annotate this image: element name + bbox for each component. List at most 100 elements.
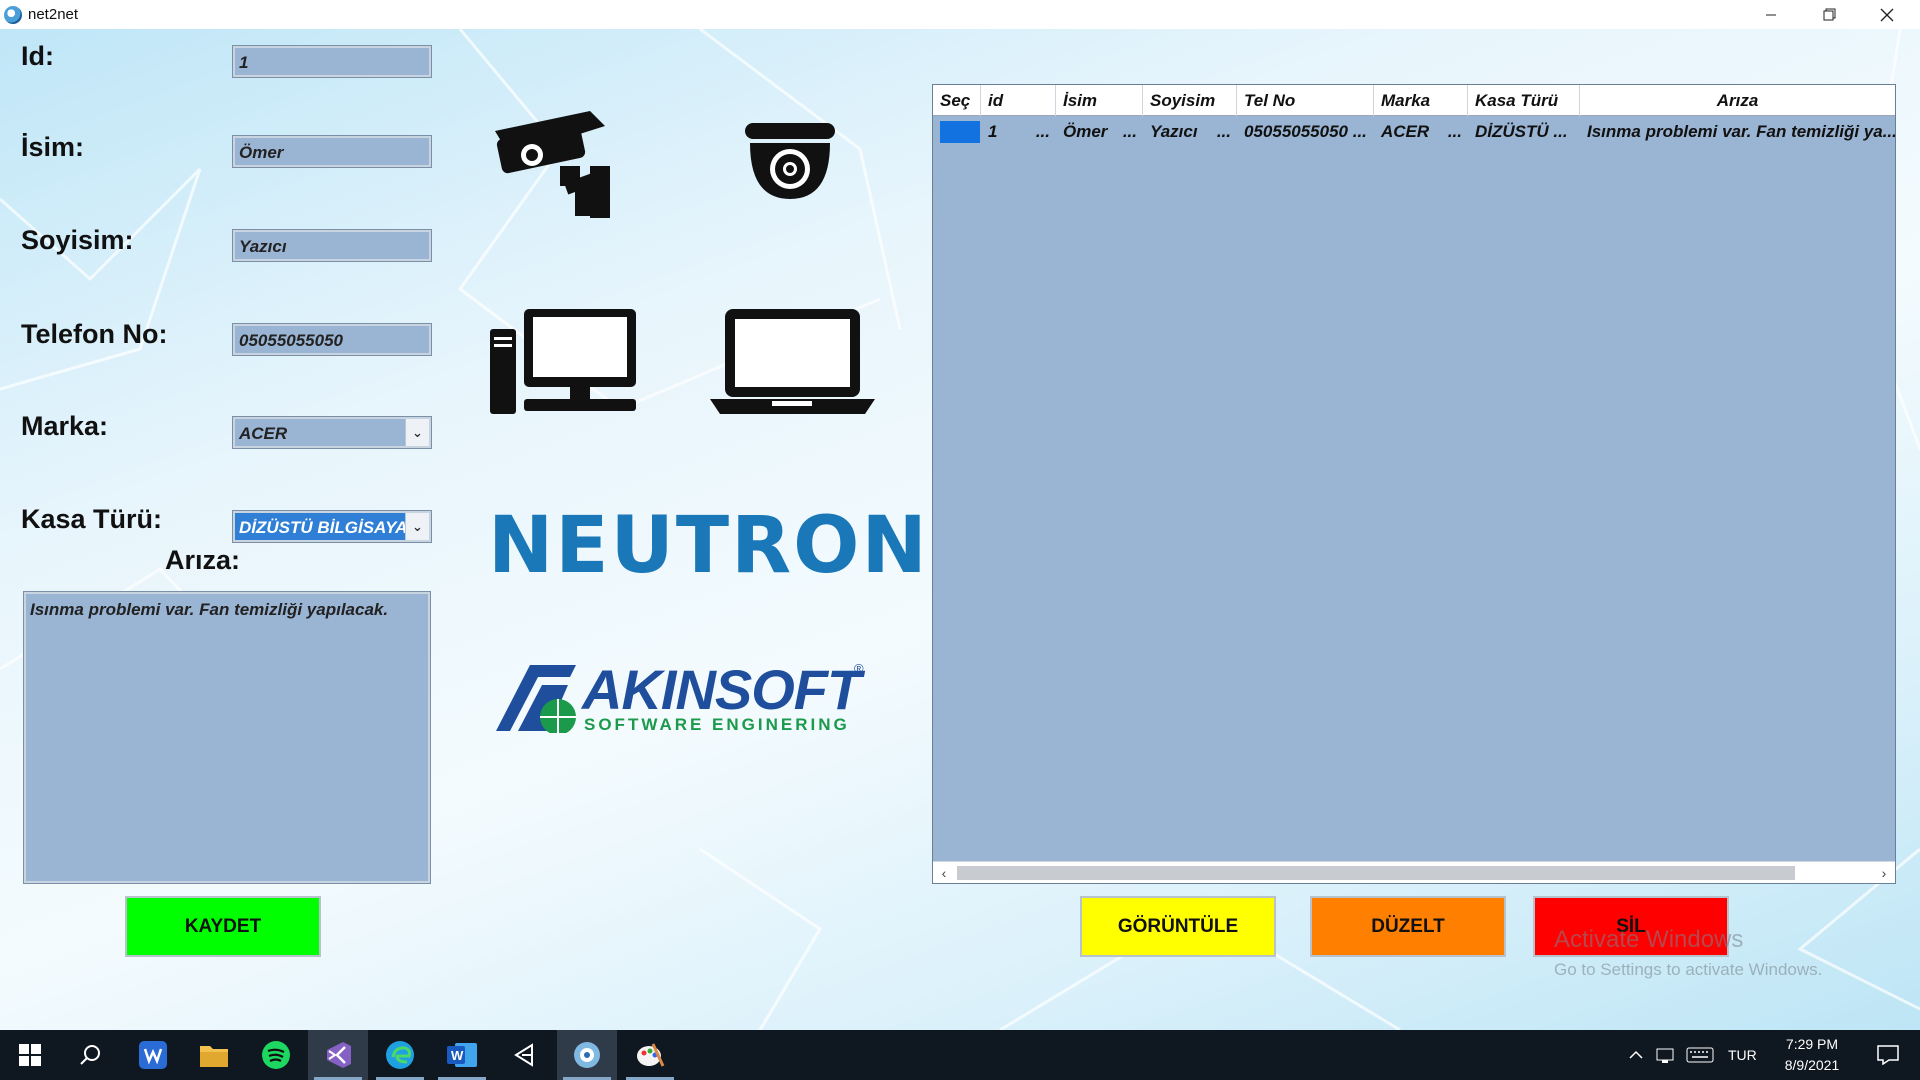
desktop-computer-icon xyxy=(490,309,636,414)
column-header-name[interactable]: İsim xyxy=(1056,85,1143,116)
clock-time: 7:29 PM xyxy=(1785,1036,1839,1052)
laptop-icon xyxy=(710,309,875,414)
app-icon xyxy=(4,5,22,24)
clock[interactable]: 7:29 PM 8/9/2021 xyxy=(1770,1034,1854,1076)
cell-ellipsis: ... xyxy=(1122,122,1137,141)
notification-center-button[interactable] xyxy=(1858,1030,1918,1080)
case-type-label: Kasa Türü: xyxy=(21,504,163,534)
save-button[interactable]: KAYDET xyxy=(125,896,321,957)
cell-id[interactable]: 1... xyxy=(981,117,1056,147)
taskbar-app-wps[interactable] xyxy=(123,1030,183,1080)
registered-mark: ® xyxy=(854,661,864,676)
restore-button[interactable] xyxy=(1800,0,1858,29)
column-header-brand[interactable]: Marka xyxy=(1374,85,1468,116)
akinsoft-logo: AKINSOFT ® SOFTWARE ENGINERING xyxy=(496,629,876,739)
notification-icon xyxy=(1877,1045,1899,1065)
taskbar-app-edge[interactable] xyxy=(370,1030,430,1080)
folder-icon xyxy=(200,1046,228,1067)
dome-camera-icon xyxy=(745,123,835,199)
column-header-case-type[interactable]: Kasa Türü xyxy=(1468,85,1580,116)
case-type-dropdown[interactable]: DİZÜSTÜ BİLGİSAYAR ⌄ xyxy=(232,510,432,543)
akinsoft-tagline: SOFTWARE ENGINERING xyxy=(584,715,850,734)
minimize-icon xyxy=(1766,14,1776,15)
taskbar-app-net2net[interactable] xyxy=(557,1030,617,1080)
scroll-right-icon[interactable]: › xyxy=(1873,862,1895,884)
column-header-fault[interactable]: Arıza xyxy=(1580,85,1895,116)
id-field[interactable]: 1 xyxy=(232,45,432,78)
fault-textarea[interactable]: Isınma problemi var. Fan temizliği yapıl… xyxy=(23,591,431,884)
taskbar-app-explorer[interactable] xyxy=(184,1030,244,1080)
title-bar: net2net xyxy=(0,0,1920,29)
scroll-left-icon[interactable]: ‹ xyxy=(933,862,955,884)
activate-windows-hint: Go to Settings to activate Windows. xyxy=(1554,960,1823,979)
cell-brand[interactable]: ACER... xyxy=(1374,117,1468,147)
input-language[interactable]: TUR xyxy=(1728,1047,1757,1063)
neutron-logo: NEUTRON xyxy=(488,501,929,591)
window-title: net2net xyxy=(28,6,79,23)
surname-field[interactable]: Yazıcı xyxy=(232,229,432,262)
wps-writer-icon xyxy=(139,1041,167,1069)
case-type-selected-value: DİZÜSTÜ BİLGİSAYAR xyxy=(235,513,420,540)
akinsoft-wordmark: AKINSOFT xyxy=(582,658,861,721)
row-select-cell[interactable] xyxy=(933,117,981,147)
minimize-button[interactable] xyxy=(1742,0,1800,29)
column-header-select[interactable]: Seç xyxy=(933,85,981,116)
start-button[interactable] xyxy=(0,1030,60,1080)
network-icon[interactable] xyxy=(1656,1046,1676,1064)
id-label: Id: xyxy=(21,41,54,71)
clock-date: 8/9/2021 xyxy=(1784,1057,1840,1073)
name-label: İsim: xyxy=(21,132,85,162)
edit-button[interactable]: DÜZELT xyxy=(1310,896,1506,957)
windows-logo-icon xyxy=(19,1044,41,1066)
taskbar-app-visual-studio[interactable] xyxy=(308,1030,368,1080)
unity-icon xyxy=(514,1043,533,1067)
taskbar-app-word[interactable]: W xyxy=(432,1030,492,1080)
cell-id-value: 1 xyxy=(988,122,998,141)
cell-surname[interactable]: Yazıcı... xyxy=(1143,117,1237,147)
net2net-app-icon xyxy=(574,1042,600,1068)
akinsoft-emblem-icon xyxy=(496,665,576,733)
cell-surname-value: Yazıcı xyxy=(1150,122,1198,141)
cell-phone[interactable]: 05055055050 ... xyxy=(1237,117,1374,147)
visual-studio-icon xyxy=(327,1042,351,1068)
taskbar-app-spotify[interactable] xyxy=(246,1030,306,1080)
table-row[interactable]: 1... Ömer... Yazıcı... 05055055050 ... A… xyxy=(933,117,1895,147)
taskbar-app-unity[interactable] xyxy=(495,1030,555,1080)
records-grid[interactable]: Seç id İsim Soyisim Tel No Marka Kasa Tü… xyxy=(932,84,1896,884)
column-header-surname[interactable]: Soyisim xyxy=(1143,85,1237,116)
taskbar-app-paint[interactable] xyxy=(620,1030,680,1080)
activate-windows-watermark: Activate Windows xyxy=(1554,926,1744,953)
column-header-id[interactable]: id xyxy=(981,85,1056,116)
scrollbar-thumb[interactable] xyxy=(957,866,1795,880)
cell-fault[interactable]: Isınma problemi var. Fan temizliği ya... xyxy=(1580,117,1895,147)
brand-dropdown[interactable]: ACER ⌄ xyxy=(232,416,432,449)
search-button[interactable] xyxy=(60,1030,120,1080)
cell-case-type[interactable]: DİZÜSTÜ ... xyxy=(1468,117,1580,147)
phone-field[interactable]: 05055055050 xyxy=(232,323,432,356)
main-window: Id: İsim: Soyisim: Telefon No: Marka: Ka… xyxy=(0,29,1920,1030)
surname-label: Soyisim: xyxy=(21,225,134,255)
search-icon xyxy=(80,1045,100,1065)
horizontal-scrollbar[interactable]: ‹ › xyxy=(933,861,1895,883)
cell-ellipsis: ... xyxy=(1447,122,1462,141)
edge-browser-icon xyxy=(386,1041,414,1069)
row-selection-indicator xyxy=(940,121,980,143)
spotify-icon xyxy=(262,1041,290,1069)
paint-icon xyxy=(637,1043,665,1067)
close-button[interactable] xyxy=(1858,0,1916,29)
brand-selected-value: ACER xyxy=(239,424,288,443)
chevron-up-icon[interactable] xyxy=(1628,1047,1644,1063)
fault-label: Arıza: xyxy=(165,545,241,575)
name-field[interactable]: Ömer xyxy=(232,135,432,168)
phone-label: Telefon No: xyxy=(21,319,168,349)
view-button[interactable]: GÖRÜNTÜLE xyxy=(1080,896,1276,957)
chevron-down-icon[interactable]: ⌄ xyxy=(405,419,429,446)
column-header-phone[interactable]: Tel No xyxy=(1237,85,1374,116)
security-camera-icon xyxy=(495,111,610,218)
svg-text:W: W xyxy=(451,1048,464,1063)
restore-icon xyxy=(1823,8,1835,21)
chevron-down-icon[interactable]: ⌄ xyxy=(405,513,429,540)
close-icon xyxy=(1880,8,1894,21)
keyboard-icon[interactable] xyxy=(1686,1047,1714,1063)
cell-name[interactable]: Ömer... xyxy=(1056,117,1143,147)
